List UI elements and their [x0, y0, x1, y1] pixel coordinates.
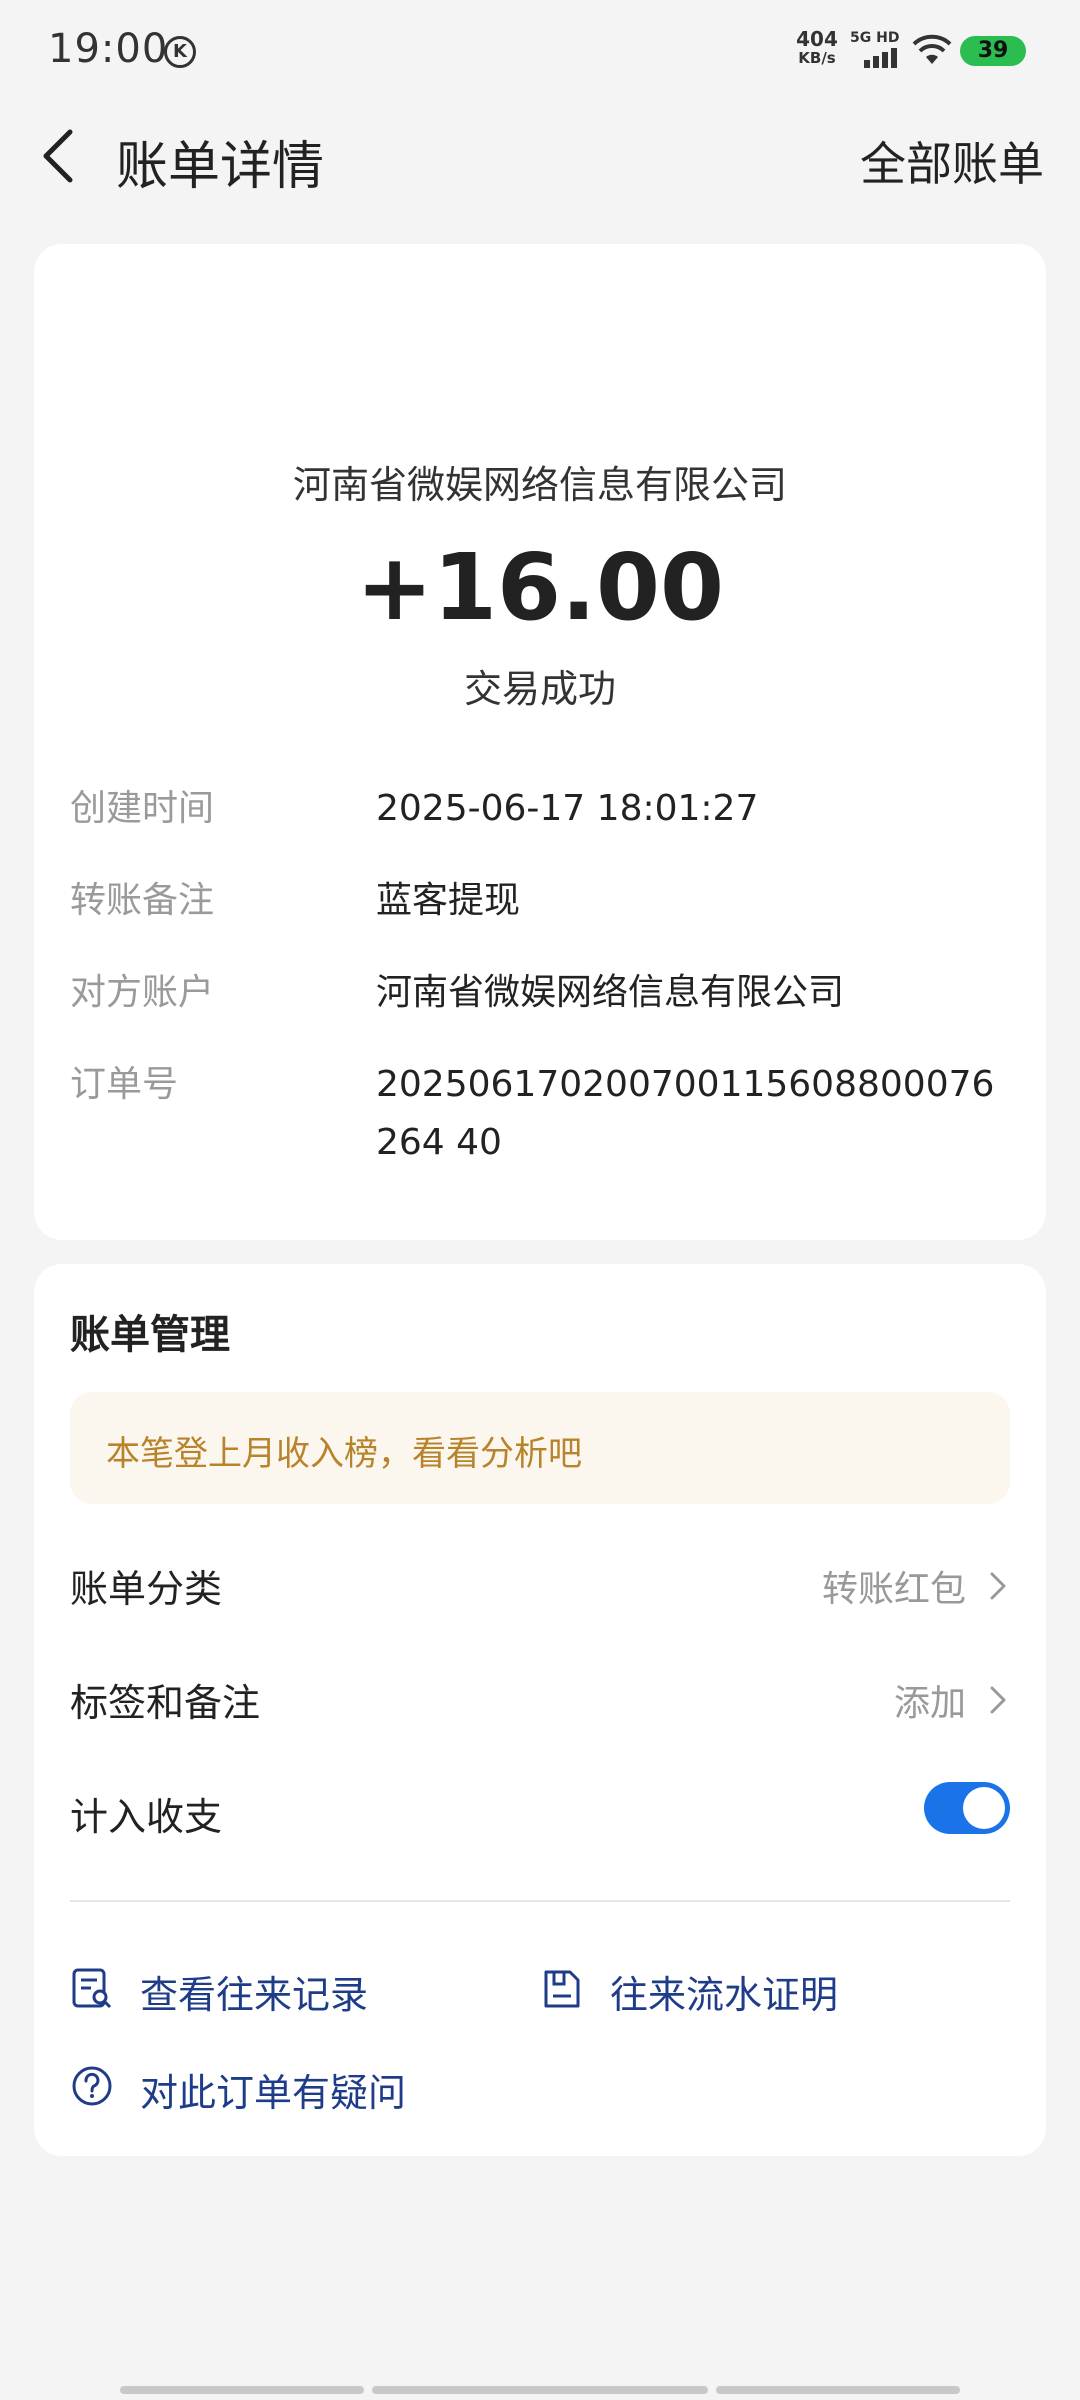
section-title: 账单管理 [70, 1312, 230, 1358]
detail-label: 订单号 [70, 1064, 179, 1105]
income-ranking-tip[interactable]: 本笔登上月收入榜，看看分析吧 [70, 1392, 1010, 1504]
question-circle-icon [72, 2066, 112, 2106]
detail-value: 2025-06-17 18:01:27 [376, 788, 759, 829]
detail-label: 创建时间 [70, 788, 215, 829]
nav-bar: 账单详情 全部账单 [0, 100, 1080, 210]
detail-value: 河南省微娱网络信息有限公司 [376, 972, 845, 1013]
tags-remarks-row[interactable]: 标签和备注 添加 [70, 1660, 1010, 1740]
detail-label: 对方账户 [70, 972, 215, 1013]
page-title: 账单详情 [116, 137, 325, 197]
view-records-link[interactable]: 查看往来记录 [70, 1958, 490, 2018]
signal-icon [864, 46, 900, 68]
k-badge-icon: K [164, 36, 196, 68]
gesture-bar[interactable] [120, 2386, 364, 2394]
chevron-right-icon [990, 1572, 1006, 1600]
tip-text: 本笔登上月收入榜，看看分析吧 [106, 1434, 582, 1474]
row-value: 转账红包 [821, 1569, 966, 1610]
gesture-bar[interactable] [716, 2386, 960, 2394]
battery-indicator: 39 [960, 36, 1026, 66]
link-text: 对此订单有疑问 [140, 2071, 407, 2115]
bill-management-card: 账单管理 本笔登上月收入榜，看看分析吧 账单分类 转账红包 标签和备注 添加 计… [34, 1264, 1046, 2156]
detail-label: 转账备注 [70, 880, 215, 921]
chevron-right-icon [990, 1686, 1006, 1714]
transaction-card: 河南省微娱网络信息有限公司 +16.00 交易成功 创建时间 2025-06-1… [34, 244, 1046, 1240]
statement-proof-link[interactable]: 往来流水证明 [540, 1958, 960, 2018]
bill-detail-page: 19:00 K 404 KB/s 5G HD 39 账单详情 全部账单 河南省微… [0, 0, 1080, 2400]
include-in-stats-row: 计入收支 [70, 1774, 1010, 1854]
payee-name: 河南省微娱网络信息有限公司 [292, 463, 787, 507]
order-number-value[interactable]: 202506170200700115608800076264 40 [376, 1056, 1016, 1172]
detail-value: 蓝客提现 [376, 880, 521, 921]
network-type: 5G HD [850, 30, 900, 46]
network-speed-unit: KB/s [798, 49, 836, 67]
bill-category-row[interactable]: 账单分类 转账红包 [70, 1546, 1010, 1626]
status-time: 19:00 [48, 26, 169, 72]
divider [70, 1900, 1010, 1902]
network-speed: 404 KB/s [794, 27, 840, 68]
row-value: 添加 [893, 1683, 966, 1724]
link-text: 查看往来记录 [140, 1973, 369, 2017]
row-label: 标签和备注 [70, 1681, 261, 1725]
network-speed-value: 404 [796, 27, 838, 51]
transaction-amount: +16.00 [355, 534, 725, 641]
link-text: 往来流水证明 [610, 1973, 839, 2017]
gesture-bar[interactable] [372, 2386, 708, 2394]
status-bar: 19:00 K 404 KB/s 5G HD 39 [0, 0, 1080, 100]
record-search-icon [72, 1968, 112, 2009]
row-label: 计入收支 [70, 1795, 223, 1839]
transaction-status: 交易成功 [463, 667, 616, 711]
back-arrow-icon[interactable] [36, 126, 86, 186]
all-bills-link[interactable]: 全部账单 [860, 128, 1044, 194]
statement-icon [544, 1970, 580, 2008]
order-question-link[interactable]: 对此订单有疑问 [70, 2056, 570, 2116]
toggle-knob [963, 1787, 1005, 1829]
row-label: 账单分类 [70, 1567, 223, 1611]
wifi-icon [912, 34, 952, 64]
include-in-stats-toggle[interactable] [924, 1782, 1010, 1834]
